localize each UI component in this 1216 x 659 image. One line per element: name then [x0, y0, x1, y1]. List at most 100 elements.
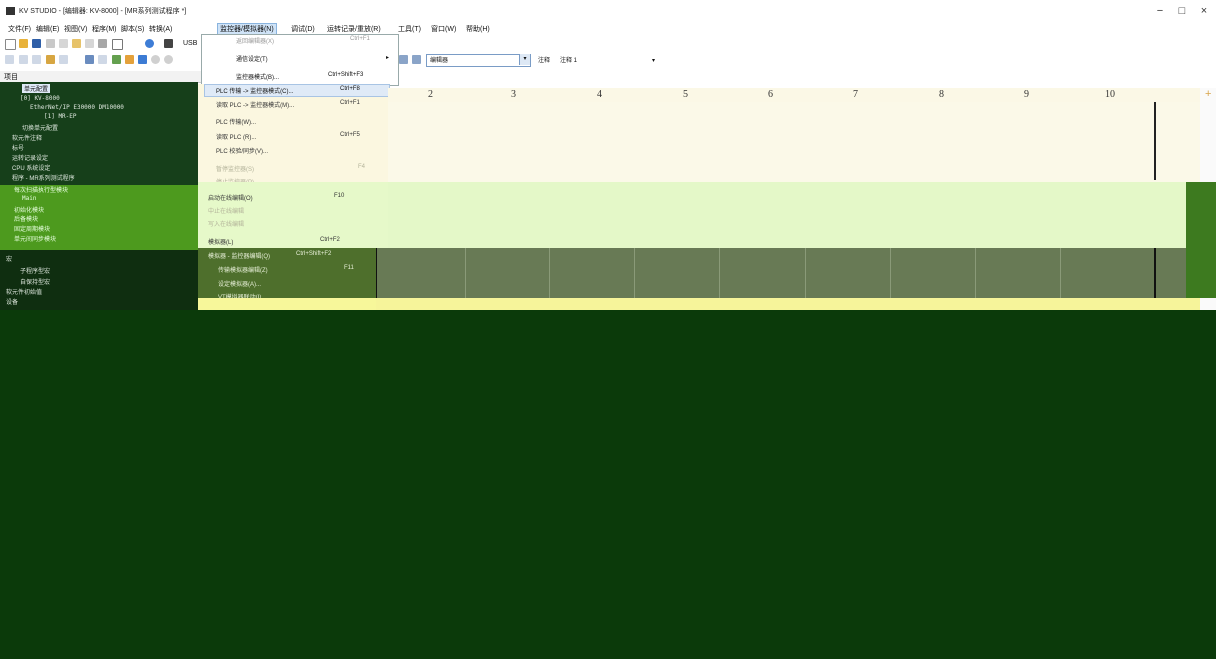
- menu-convert[interactable]: 转换(A): [149, 24, 172, 34]
- menu-tools[interactable]: 工具(T): [398, 24, 421, 34]
- menu-item-simulator-monitor-edit[interactable]: 模拟器 - 监控器编辑(Q): [208, 251, 270, 260]
- ladder-tool-icon[interactable]: [5, 55, 14, 64]
- minimize-button[interactable]: −: [1150, 5, 1170, 17]
- small-dropdown-icon[interactable]: ▾: [652, 57, 655, 64]
- tree-item-macro[interactable]: 宏: [6, 254, 12, 263]
- menu-item-simulator-settings[interactable]: 设定模拟器(A)...: [218, 279, 261, 288]
- list-tool-icon[interactable]: [19, 55, 28, 64]
- tree-item-program[interactable]: 程序 - MR系列测试程序: [12, 173, 75, 182]
- menu-item-plc-transfer[interactable]: PLC 传输(W)...: [216, 117, 256, 126]
- print-preview-icon[interactable]: [98, 39, 107, 48]
- shortcut-online-edit: F10: [334, 193, 345, 199]
- maximize-button[interactable]: □: [1172, 5, 1192, 17]
- tree-item-main[interactable]: Main: [22, 195, 36, 202]
- open-folder-icon[interactable]: [19, 39, 28, 48]
- menu-item-read-plc[interactable]: 读取 PLC (R)...: [216, 132, 256, 141]
- grid-tool-icon[interactable]: [59, 55, 68, 64]
- menu-item-transfer-simulator-edit[interactable]: 传输模拟器编辑(Z): [218, 265, 268, 274]
- tree-item-ethernet-ip[interactable]: EtherNet/IP E30000 DM10000: [30, 104, 124, 111]
- tree-item-fixed-cycle-module[interactable]: 固定周期模块: [14, 224, 50, 233]
- tree-item-init-module[interactable]: 初始化模块: [14, 205, 44, 214]
- menu-window[interactable]: 窗口(W): [431, 24, 456, 34]
- copy-icon[interactable]: [72, 39, 81, 48]
- menu-debug[interactable]: 调试(D): [291, 24, 315, 34]
- ladder-area-yellow[interactable]: [376, 298, 1200, 310]
- tree-item-cpu-system[interactable]: CPU 系统设定: [12, 163, 50, 172]
- download-icon[interactable]: [138, 55, 147, 64]
- shortcut-transfer-simulator-edit: F11: [344, 265, 354, 271]
- menu-item-abort-online-edit[interactable]: 中止在线编辑: [208, 206, 244, 215]
- menu-item-comm-settings[interactable]: 通信设定(T): [236, 54, 268, 63]
- chevron-down-icon[interactable]: ▾: [519, 54, 530, 65]
- convert-icon[interactable]: [112, 55, 121, 64]
- cut-icon[interactable]: [59, 39, 68, 48]
- menu-item-simulator[interactable]: 模拟器(L): [208, 237, 233, 246]
- menu-item-write-online-edit[interactable]: 写入在线编辑: [208, 219, 244, 228]
- close-button[interactable]: ×: [1194, 5, 1214, 17]
- column-number: 2: [428, 89, 433, 100]
- menu-help[interactable]: 帮助(H): [466, 24, 490, 34]
- tree-item-scan-module[interactable]: 每次扫描执行型模块: [14, 185, 68, 194]
- column-number: 6: [768, 89, 773, 100]
- find-icon[interactable]: [112, 39, 123, 50]
- menu-view[interactable]: 视图(V): [64, 24, 87, 34]
- tree-item-self-hold-macro[interactable]: 自保持型宏: [20, 277, 50, 286]
- print-icon[interactable]: [46, 39, 55, 48]
- run-icon[interactable]: [151, 55, 160, 64]
- ladder-area-green[interactable]: [388, 182, 1200, 248]
- usb-label: USB: [183, 40, 198, 47]
- stop-icon[interactable]: [164, 55, 173, 64]
- tree-item-switch-unit-config[interactable]: 切换单元配置: [22, 123, 58, 132]
- new-file-icon[interactable]: [5, 39, 16, 50]
- indent-tool-icon[interactable]: [32, 55, 41, 64]
- paste-icon[interactable]: [85, 39, 94, 48]
- menu-item-online-edit[interactable]: 启动在线编辑(O): [208, 193, 253, 202]
- ladder-area[interactable]: [388, 102, 1200, 182]
- menu-item-plc-transfer-monitor[interactable]: PLC 传输 -> 监控器模式(C)...: [216, 86, 294, 95]
- layout-icon[interactable]: [412, 55, 421, 64]
- monitor-tool-icon[interactable]: [85, 55, 94, 64]
- tree-item-kv8000[interactable]: [0] KV-8000: [20, 95, 60, 102]
- column-number: 5: [683, 89, 688, 100]
- column-number: 4: [597, 89, 602, 100]
- tree-item-device-init[interactable]: 软元件初始值: [6, 287, 42, 296]
- grid-line: [465, 248, 466, 298]
- menu-file[interactable]: 文件(F): [8, 24, 31, 34]
- menu-lower-panel-yellow: [198, 298, 388, 310]
- plc-icon[interactable]: [164, 39, 173, 48]
- scrollbar-green-region: [1186, 182, 1216, 298]
- transfer-icon[interactable]: [125, 55, 134, 64]
- tree-item-label[interactable]: 标号: [12, 143, 24, 152]
- menu-script[interactable]: 脚本(S): [121, 24, 144, 34]
- shortcut-plc-transfer-monitor: Ctrl+F8: [340, 86, 360, 92]
- add-icon[interactable]: +: [1205, 88, 1211, 100]
- tree-item-sync-module[interactable]: 单元间同步模块: [14, 234, 56, 243]
- project-pane-title: 项目: [4, 74, 18, 81]
- tree-item-mr-ep[interactable]: [1] MR-EP: [44, 113, 77, 120]
- tree-item-standby-module[interactable]: 后备模块: [14, 214, 38, 223]
- tree-item-subroutine-macro[interactable]: 子程序型宏: [20, 266, 50, 275]
- view-toggle-icon[interactable]: [399, 55, 408, 64]
- toolbar-secondary: [0, 52, 1216, 66]
- menu-program[interactable]: 程序(M): [92, 24, 117, 34]
- menu-edit[interactable]: 编辑(E): [36, 24, 59, 34]
- menu-item-monitor-mode[interactable]: 监控器模式(B)...: [236, 72, 279, 81]
- cross-ref-icon[interactable]: [98, 55, 107, 64]
- grid-line: [975, 248, 976, 298]
- menu-item-plc-verify[interactable]: PLC 校验/同步(V)...: [216, 146, 268, 155]
- menu-operation-record[interactable]: 运转记录/重放(R): [327, 24, 381, 34]
- tree-item-device[interactable]: 设备: [6, 297, 18, 306]
- help-icon[interactable]: [145, 39, 154, 48]
- menu-item-pause-monitor[interactable]: 暂停监控器(S): [216, 164, 254, 173]
- comment-label[interactable]: 注释: [538, 55, 550, 64]
- menu-item-return-editor[interactable]: 返回编辑器(X): [236, 36, 274, 45]
- comment1-label[interactable]: 注释 1: [560, 55, 577, 64]
- tree-item-device-comment[interactable]: 软元件注释: [12, 133, 42, 142]
- block-tool-icon[interactable]: [46, 55, 55, 64]
- tree-item-unit-config[interactable]: 单元配置: [22, 84, 51, 93]
- menu-item-read-plc-monitor[interactable]: 读取 PLC -> 监控器模式(M)...: [216, 100, 294, 109]
- ladder-area-olive[interactable]: [376, 248, 1200, 298]
- submenu-arrow-icon: ▸: [386, 55, 390, 61]
- tree-item-operation-record[interactable]: 运转记录设定: [12, 153, 48, 162]
- save-icon[interactable]: [32, 39, 41, 48]
